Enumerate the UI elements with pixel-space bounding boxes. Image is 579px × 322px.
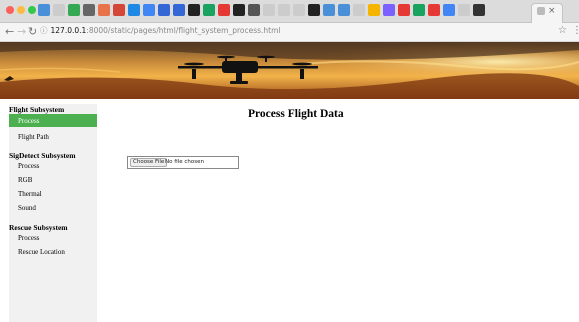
tab-favicon-icon[interactable] <box>98 4 110 16</box>
browser-toolbar: ← → ↻ ⓘ 127.0.0.1:8000/static/pages/html/… <box>0 23 579 42</box>
tab-favicon-icon[interactable] <box>248 4 260 16</box>
tab-favicon-icon[interactable] <box>368 4 380 16</box>
tab-favicon-icon[interactable] <box>158 4 170 16</box>
minimize-window-button[interactable] <box>17 6 25 14</box>
tab-favicon-icon[interactable] <box>413 4 425 16</box>
address-bar[interactable]: ⓘ 127.0.0.1:8000/static/pages/html/flight… <box>40 25 281 36</box>
back-arrow-icon[interactable]: ← <box>5 25 14 38</box>
browser-menu-icon[interactable]: ⋮ <box>572 25 579 36</box>
youtube-tab-icon[interactable] <box>398 4 410 16</box>
tab-favicon-icon[interactable] <box>473 4 485 16</box>
reload-icon[interactable]: ↻ <box>28 25 37 38</box>
tab-favicon-icon[interactable] <box>128 4 140 16</box>
file-upload-input[interactable]: Choose File No file chosen <box>127 156 239 169</box>
github-tab-icon[interactable] <box>233 4 245 16</box>
github-tab-icon[interactable] <box>308 4 320 16</box>
tab-favicon-icon[interactable] <box>458 4 470 16</box>
tab-favicon-icon[interactable] <box>203 4 215 16</box>
sidebar-heading-rescue-subsystem: Rescue Subsystem <box>9 223 68 232</box>
url-path: :8000/static/pages/html/flight_system_pr… <box>86 26 281 35</box>
sidebar-item-flight-path[interactable]: Flight Path <box>18 133 49 141</box>
url-host: 127.0.0.1 <box>50 26 87 35</box>
tab-favicon-icon[interactable] <box>338 4 350 16</box>
tab-close-icon[interactable]: × <box>548 6 556 16</box>
sidebar-item-thermal[interactable]: Thermal <box>18 190 42 198</box>
browser-tab-strip: × <box>0 0 579 23</box>
sidebar-item-rescue-process[interactable]: Process <box>18 234 39 242</box>
sidebar: Flight Subsystem Process Flight Path Sig… <box>9 104 97 322</box>
page-title: Process Flight Data <box>248 108 344 120</box>
tab-favicon-icon[interactable] <box>83 4 95 16</box>
sidebar-heading-sigdetect-subsystem: SigDetect Subsystem <box>9 151 76 160</box>
site-info-icon[interactable]: ⓘ <box>40 26 48 35</box>
tab-favicon-icon[interactable] <box>293 4 305 16</box>
tab-favicon-icon[interactable] <box>68 4 80 16</box>
tab-favicon-icon[interactable] <box>383 4 395 16</box>
tab-favicon-icon[interactable] <box>443 4 455 16</box>
drone-sunset-image <box>0 42 579 99</box>
file-status-text: No file chosen <box>165 159 204 165</box>
choose-file-button[interactable]: Choose File <box>130 158 168 167</box>
sidebar-item-sound[interactable]: Sound <box>18 204 36 212</box>
sidebar-item-rgb[interactable]: RGB <box>18 176 32 184</box>
tab-favicon-icon[interactable] <box>173 4 185 16</box>
bookmark-star-icon[interactable]: ☆ <box>558 25 567 36</box>
tab-favicon-icon[interactable] <box>53 4 65 16</box>
gmail-tab-icon[interactable] <box>113 4 125 16</box>
tab-favicon-icon[interactable] <box>38 4 50 16</box>
github-tab-icon[interactable] <box>188 4 200 16</box>
active-tab[interactable] <box>531 3 563 23</box>
banner-image <box>0 42 579 99</box>
drive-tab-icon[interactable] <box>143 4 155 16</box>
maximize-window-button[interactable] <box>28 6 36 14</box>
tab-favicon-icon[interactable] <box>428 4 440 16</box>
sidebar-item-label: Process <box>18 117 40 125</box>
sidebar-heading-flight-subsystem: Flight Subsystem <box>9 105 65 114</box>
tab-favicon-icon[interactable] <box>323 4 335 16</box>
sidebar-item-rescue-location[interactable]: Rescue Location <box>18 248 65 256</box>
forward-arrow-icon[interactable]: → <box>17 25 26 38</box>
pinned-tabs <box>38 4 485 16</box>
close-window-button[interactable] <box>6 6 14 14</box>
active-tab-favicon-icon <box>537 7 545 15</box>
sidebar-item-sigdetect-process[interactable]: Process <box>18 162 39 170</box>
tab-favicon-icon[interactable] <box>278 4 290 16</box>
tab-favicon-icon[interactable] <box>263 4 275 16</box>
tab-favicon-icon[interactable] <box>353 4 365 16</box>
youtube-tab-icon[interactable] <box>218 4 230 16</box>
sidebar-item-flight-process[interactable]: Process <box>9 114 97 127</box>
